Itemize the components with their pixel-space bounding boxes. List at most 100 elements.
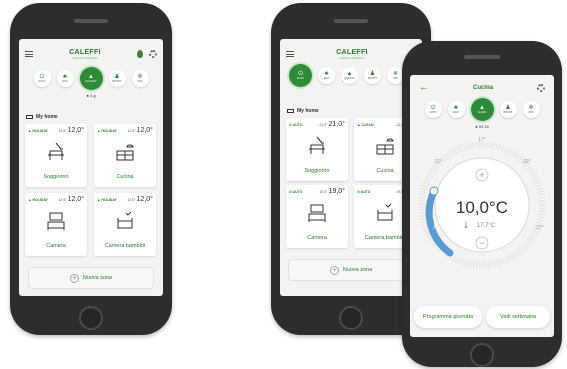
program-day-button[interactable]: Programma giornata <box>414 306 482 328</box>
phone-speaker <box>334 19 368 23</box>
phone-home-holiday: CALEFFI Hydronic Solutions ⏻ AUTO ♣ ECO ▲ H… <box>10 3 172 335</box>
svg-text:−: − <box>479 238 484 248</box>
decrease-button[interactable]: − <box>475 236 489 250</box>
setpoint-value: 10,0°C <box>456 198 508 217</box>
app-bar: CALEFFI Hydronic Solutions <box>19 47 163 61</box>
mode-eco-button[interactable]: ♣ ECO <box>56 70 74 87</box>
zone-mode: ▲ HOLIDAY <box>28 197 48 202</box>
phone-screen: CALEFFI Hydronic Solutions ⏻ AUTO ♣ ECO ▲ H… <box>280 39 422 296</box>
holiday-icon: ▲ <box>346 70 353 77</box>
menu-icon[interactable] <box>286 51 294 57</box>
zone-card[interactable]: ▲ HOLIDAY 12,0° 12,0° Camera bambini <box>94 193 156 256</box>
zone-mode: ▲ CLEAN <box>357 122 374 127</box>
add-zone-button[interactable]: + Nuova zona <box>28 267 154 289</box>
snowflake-icon: ❄ <box>137 73 143 80</box>
snowflake-icon: ❄ <box>392 70 399 77</box>
mode-holiday-button[interactable]: ▲ HOLIDAY <box>341 67 358 84</box>
menu-icon[interactable] <box>25 51 33 57</box>
section-title: My home <box>26 114 58 120</box>
add-zone-button[interactable]: + Nuova zona <box>288 259 414 281</box>
zone-name: Camera <box>307 235 327 241</box>
zone-card[interactable]: ▲ HOLIDAY 12,0° 12,0° Cucina <box>94 124 156 187</box>
mode-boost-button[interactable]: ♟ BOOST <box>108 70 126 87</box>
zone-name: Soggiorno <box>43 174 69 180</box>
caleffi-logo: CALEFFI Hydronic Solutions <box>336 48 368 60</box>
kitchen-icon <box>116 144 134 161</box>
power-icon: ⏻ <box>430 104 436 111</box>
power-icon: ⏻ <box>298 70 303 77</box>
gear-icon[interactable] <box>149 50 157 58</box>
zone-card[interactable]: ⏻ AUTO 19,0° 19,0° Camera <box>286 185 348 248</box>
section-title: My home <box>287 108 319 114</box>
clean-icon: ▲ <box>479 104 485 111</box>
home-button[interactable] <box>470 343 494 367</box>
living-room-icon <box>48 142 64 160</box>
holiday-days: ● 3 g <box>86 93 96 98</box>
house-icon <box>287 109 294 113</box>
mode-selector: ⏻ AUTO ♣ ECO ▲ HOLIDAY ♟ BOOST ❄ OFF <box>19 66 163 91</box>
home-button[interactable] <box>79 306 103 330</box>
mode-eco-button[interactable]: ♣ ECO <box>447 101 465 118</box>
mode-off-button[interactable]: ❄ OFF <box>131 70 149 87</box>
phone-zone-detail: ← Cucina ⏻ AUTO ♣ ECO ▲ CLEAN ♟ BOOST ❄ OFF ●… <box>402 41 562 367</box>
mode-auto-button[interactable]: ⏻ AUTO <box>289 64 312 87</box>
zone-card[interactable]: ▲ HOLIDAY 12,0° 12,0° Soggiorno <box>25 124 87 187</box>
bedroom-icon <box>308 204 326 222</box>
plus-icon: + <box>69 273 79 283</box>
gear-icon[interactable] <box>536 84 545 92</box>
mode-boost-button[interactable]: ♟ BOOST <box>364 67 381 84</box>
zone-card[interactable]: ▲ HOLIDAY 12,0° 12,0° Camera <box>25 193 87 256</box>
caleffi-logo: CALEFFI Hydronic Solutions <box>69 48 101 60</box>
svg-text:+: + <box>479 170 484 180</box>
thermostat-dial[interactable]: 17° 12° 22° 7° 27° + 10,0°C 🌡 17,7°C − <box>414 133 550 283</box>
zone-mode: ▲ HOLIDAY <box>97 128 117 133</box>
living-room-icon <box>309 136 325 154</box>
zone-card[interactable]: ⏻ AUTO 21,0° 21,0° Soggiorno <box>286 118 348 181</box>
bedroom-icon <box>47 212 65 230</box>
kids-room-icon <box>117 211 133 229</box>
mode-auto-button[interactable]: ⏻ AUTO <box>33 70 51 87</box>
back-arrow-icon[interactable]: ← <box>419 83 429 93</box>
view-week-button[interactable]: Vedi settimana <box>486 306 550 328</box>
zone-mode: ⏻ AUTO <box>289 122 303 127</box>
scale-label-upper-right: 22° <box>523 159 531 165</box>
mode-timer: ● 02:15 <box>475 124 489 129</box>
phone-speaker <box>464 55 500 59</box>
eco-icon: ♣ <box>324 70 329 77</box>
mode-off-button[interactable]: ❄ OFF <box>522 101 540 118</box>
zone-name: Cucina <box>116 174 134 180</box>
boost-icon: ♟ <box>369 70 376 77</box>
scale-label-left: 7° <box>433 225 438 231</box>
zone-name: Camera bambini <box>104 243 146 249</box>
kids-room-icon <box>377 203 393 221</box>
kitchen-icon <box>376 138 394 155</box>
zone-mode: ⏻ AUTO <box>357 189 371 194</box>
water-drop-icon[interactable] <box>137 50 143 58</box>
boost-icon: ♟ <box>114 73 120 80</box>
mode-auto-button[interactable]: ⏻ AUTO <box>424 101 442 118</box>
eco-icon: ♣ <box>63 73 67 80</box>
increase-button[interactable]: + <box>475 168 489 182</box>
room-temp-value: 17,7°C <box>477 223 496 229</box>
scale-label-upper-left: 12° <box>434 159 442 165</box>
thermometer-icon: 🌡 <box>462 221 470 229</box>
mode-holiday-button[interactable]: ▲ HOLIDAY <box>79 67 103 90</box>
snowflake-icon: ❄ <box>528 104 534 111</box>
scale-label-top: 17° <box>478 137 486 143</box>
phone-screen: CALEFFI Hydronic Solutions ⏻ AUTO ♣ ECO ▲ H… <box>19 39 163 296</box>
scale-label-right: 27° <box>536 225 544 231</box>
mode-clean-button[interactable]: ▲ CLEAN <box>470 98 494 121</box>
mode-eco-button[interactable]: ♣ ECO <box>318 67 335 84</box>
home-button[interactable] <box>339 306 363 330</box>
zone-title: Cucina <box>472 85 493 91</box>
plus-icon: + <box>329 265 339 275</box>
holiday-icon: ▲ <box>88 73 94 80</box>
mode-selector: ⏻ AUTO ♣ ECO ▲ CLEAN ♟ BOOST ❄ OFF <box>410 97 554 122</box>
zone-mode: ▲ HOLIDAY <box>97 197 117 202</box>
mode-boost-button[interactable]: ♟ BOOST <box>499 101 517 118</box>
eco-icon: ♣ <box>454 104 458 111</box>
power-icon: ⏻ <box>39 73 45 80</box>
zone-name: Camera <box>46 243 66 249</box>
setpoint-knob[interactable] <box>429 186 439 196</box>
detail-header: ← Cucina <box>410 82 554 94</box>
